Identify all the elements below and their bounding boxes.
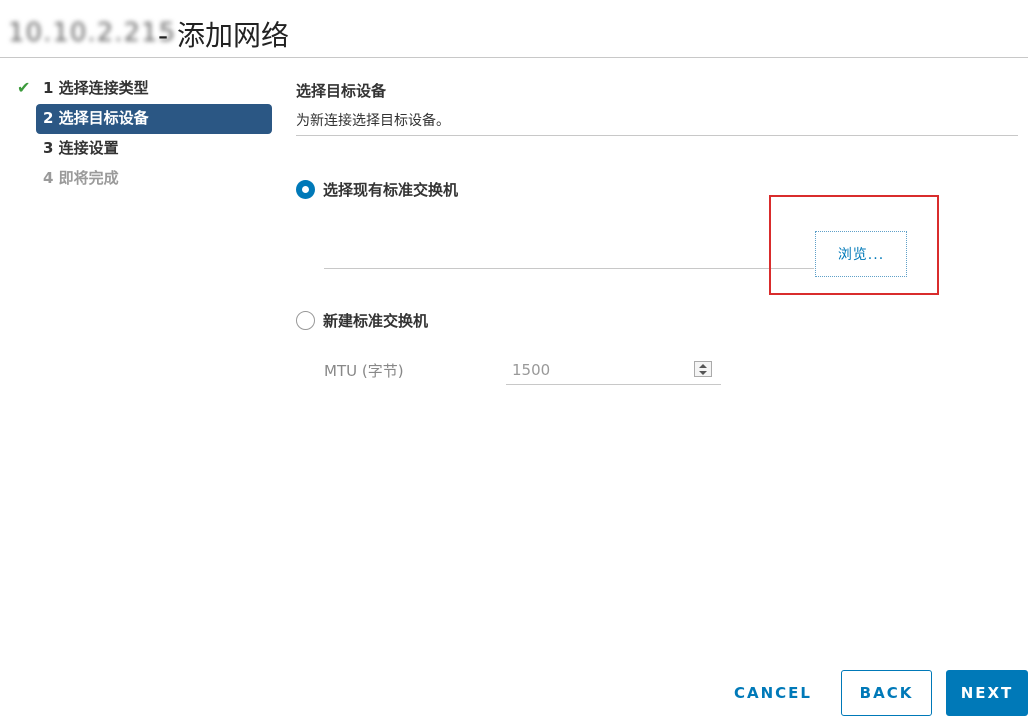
header-divider: [296, 135, 1018, 136]
step-connection-settings[interactable]: 3 连接设置: [14, 134, 274, 164]
browse-button[interactable]: 浏览...: [815, 231, 907, 277]
step-label: 3 连接设置: [43, 139, 119, 157]
host-address: 10.10.2.215: [8, 18, 177, 48]
radio-new-switch[interactable]: [296, 310, 315, 330]
check-icon: ✔: [17, 78, 31, 97]
dialog-title-bar: 10.10.2.215 - 添加网络: [0, 0, 1028, 58]
step-select-target-device[interactable]: 2 选择目标设备: [36, 104, 272, 134]
cancel-button[interactable]: CANCEL: [726, 670, 820, 716]
step-ready-to-complete: 4 即将完成: [14, 164, 274, 194]
selected-switch-field: [324, 268, 814, 269]
step-label: 1 选择连接类型: [43, 79, 149, 97]
page-subheading: 为新连接选择目标设备。: [296, 113, 450, 129]
radio-existing-switch[interactable]: [296, 179, 315, 199]
back-button[interactable]: BACK: [841, 670, 932, 716]
dialog-title: - 添加网络: [158, 19, 290, 52]
next-button[interactable]: NEXT: [946, 670, 1028, 716]
step-label: 4 即将完成: [43, 169, 119, 187]
radio-label: 选择现有标准交换机: [323, 180, 459, 199]
step-select-connection-type[interactable]: ✔ 1 选择连接类型: [14, 74, 274, 104]
mtu-label: MTU (字节): [324, 362, 404, 380]
step-label: 2 选择目标设备: [43, 109, 149, 127]
mtu-input[interactable]: [506, 355, 721, 385]
page-heading: 选择目标设备: [296, 82, 387, 100]
option-new-switch[interactable]: 新建标准交换机: [296, 308, 428, 332]
chevron-up-icon[interactable]: [699, 364, 707, 368]
mtu-stepper[interactable]: [694, 361, 712, 377]
wizard-steps: ✔ 1 选择连接类型 2 选择目标设备 3 连接设置 4 即将完成: [14, 74, 274, 194]
radio-label: 新建标准交换机: [323, 311, 429, 330]
chevron-down-icon[interactable]: [699, 371, 707, 375]
option-existing-switch[interactable]: 选择现有标准交换机: [296, 177, 458, 201]
page-header: 选择目标设备 为新连接选择目标设备。: [296, 80, 1018, 130]
